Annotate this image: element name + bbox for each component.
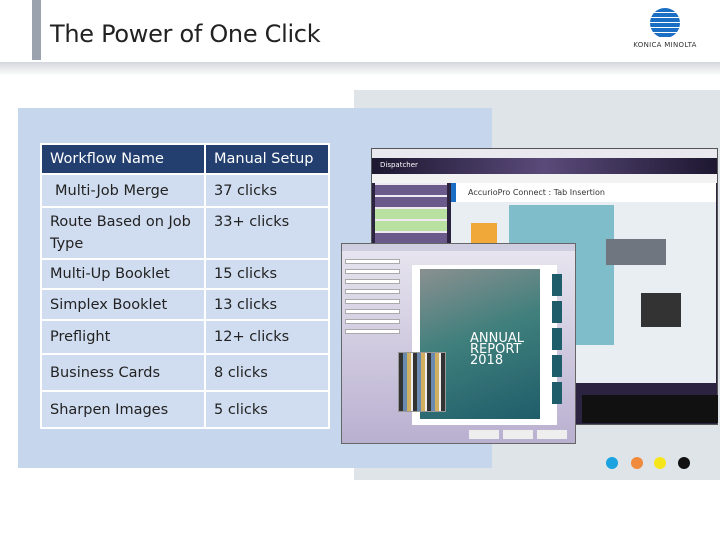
workflow-name-cell: Multi-Up Booklet <box>40 258 206 290</box>
workflow-name-cell: Preflight <box>40 319 206 355</box>
globe-logo-icon <box>650 8 680 38</box>
logo-text: KONICA MINOLTA <box>633 41 697 49</box>
manual-setup-cell: 5 clicks <box>204 390 330 429</box>
header-divider <box>0 62 720 76</box>
workflow-name-cell: Simplex Booklet <box>40 288 206 321</box>
table-header-row: Workflow Name Manual Setup <box>40 143 330 175</box>
booklet-settings-dialog: ANNUAL REPORT 2018 <box>341 243 576 444</box>
workflow-name-cell: Multi-Job Merge <box>40 173 206 208</box>
preview-tabs <box>552 274 562 414</box>
table-row: Multi-Up Booklet 15 clicks <box>40 258 330 290</box>
color-picker-popup <box>398 352 446 412</box>
table-row: Business Cards 8 clicks <box>40 353 330 392</box>
table-row: Preflight 12+ clicks <box>40 319 330 355</box>
yellow-dot <box>654 457 666 469</box>
settings-form <box>345 254 400 424</box>
folder-icon <box>471 223 497 245</box>
column-header-workflow-name: Workflow Name <box>40 143 206 175</box>
manual-setup-cell: 8 clicks <box>204 353 330 392</box>
console-panel <box>582 395 718 423</box>
workflow-name-cell: Route Based on Job Type <box>40 206 206 260</box>
orange-dot <box>631 457 643 469</box>
app-name: Dispatcher <box>372 158 717 174</box>
konica-minolta-logo: KONICA MINOLTA <box>630 8 700 56</box>
manual-setup-cell: 33+ clicks <box>204 206 330 260</box>
page-title: The Power of One Click <box>50 20 321 48</box>
dialog-titlebar <box>342 244 575 251</box>
manual-setup-cell: 12+ clicks <box>204 319 330 355</box>
workflow-name-cell: Sharpen Images <box>40 390 206 429</box>
dialog-buttons <box>469 430 569 439</box>
cyan-dot <box>606 457 618 469</box>
table-row: Route Based on Job Type 33+ clicks <box>40 206 330 260</box>
manual-setup-cell: 15 clicks <box>204 258 330 290</box>
toolbar <box>372 174 717 183</box>
manual-setup-cell: 13 clicks <box>204 288 330 321</box>
printer-icon <box>606 239 666 265</box>
title-accent-bar <box>32 0 41 60</box>
workflow-name-cell: Business Cards <box>40 353 206 392</box>
table-row: Multi-Job Merge 37 clicks <box>40 173 330 208</box>
manual-setup-cell: 37 clicks <box>204 173 330 208</box>
table-row: Sharpen Images 5 clicks <box>40 390 330 429</box>
black-dot <box>678 457 690 469</box>
workflow-table: Workflow Name Manual Setup Multi-Job Mer… <box>40 143 330 429</box>
column-header-manual-setup: Manual Setup <box>204 143 330 175</box>
workflow-title: AccurioPro Connect : Tab Insertion <box>451 183 716 202</box>
table-row: Simplex Booklet 13 clicks <box>40 288 330 321</box>
window-titlebar <box>372 149 717 158</box>
printer-icon <box>641 293 681 327</box>
